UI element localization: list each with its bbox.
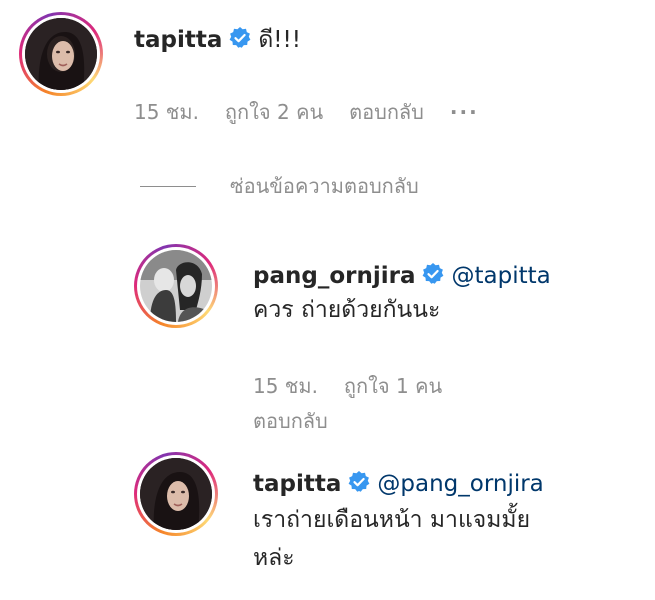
reply-username[interactable]: pang_ornjira (253, 263, 415, 289)
reply-mention[interactable]: @tapitta (451, 263, 550, 289)
avatar-photo (140, 458, 212, 530)
divider-line (140, 185, 196, 187)
avatar-photo (25, 18, 97, 90)
profile-photo-icon (140, 458, 212, 530)
reply-timestamp[interactable]: 15 ชม. (253, 374, 318, 398)
reply-pang-ornjira: pang_ornjira @tapitta ควร ถ่ายด้วยกันนะ … (0, 240, 655, 440)
hide-replies-label: ซ่อนข้อความตอบกลับ (230, 174, 419, 198)
reply-button[interactable]: ตอบกลับ (253, 405, 328, 437)
avatar-photo (140, 250, 212, 322)
profile-photo-icon (25, 18, 97, 90)
reply-username[interactable]: tapitta (253, 471, 341, 497)
reply-text-line-1: เราถ่ายเดือนหน้า มาแจมมั้ย (253, 507, 531, 533)
comment-likes[interactable]: ถูกใจ 2 คน (225, 100, 323, 124)
more-options-icon[interactable]: ··· (450, 100, 479, 124)
hide-replies-button[interactable]: ซ่อนข้อความตอบกลับ (140, 170, 419, 202)
reply-meta: 15 ชม. ถูกใจ 1 คน (253, 370, 468, 402)
avatar-pang-ornjira[interactable] (134, 244, 218, 328)
avatar-tapitta[interactable] (134, 452, 218, 536)
profile-photo-icon (140, 250, 212, 322)
comment-tapitta: tapitta ดี!!! 15 ชม. ถูกใจ 2 คน ตอบกลับ ··· (0, 0, 655, 140)
comment-username[interactable]: tapitta (134, 27, 222, 53)
verified-badge-icon (421, 262, 445, 290)
reply-tapitta: tapitta @pang_ornjira เราถ่ายเดือนหน้า ม… (0, 448, 655, 600)
verified-badge-icon (228, 26, 252, 54)
comment-text: ดี!!! (258, 27, 301, 53)
comment-meta: 15 ชม. ถูกใจ 2 คน ตอบกลับ ··· (134, 96, 505, 128)
reply-likes[interactable]: ถูกใจ 1 คน (344, 374, 442, 398)
comment-timestamp[interactable]: 15 ชม. (134, 100, 199, 124)
reply-button[interactable]: ตอบกลับ (349, 100, 424, 124)
reply-text-line-2: หล่ะ (253, 545, 295, 571)
avatar-tapitta[interactable] (19, 12, 103, 96)
reply-mention[interactable]: @pang_ornjira (377, 471, 543, 497)
reply-text: ควร ถ่ายด้วยกันนะ (253, 297, 441, 323)
verified-badge-icon (347, 470, 371, 498)
